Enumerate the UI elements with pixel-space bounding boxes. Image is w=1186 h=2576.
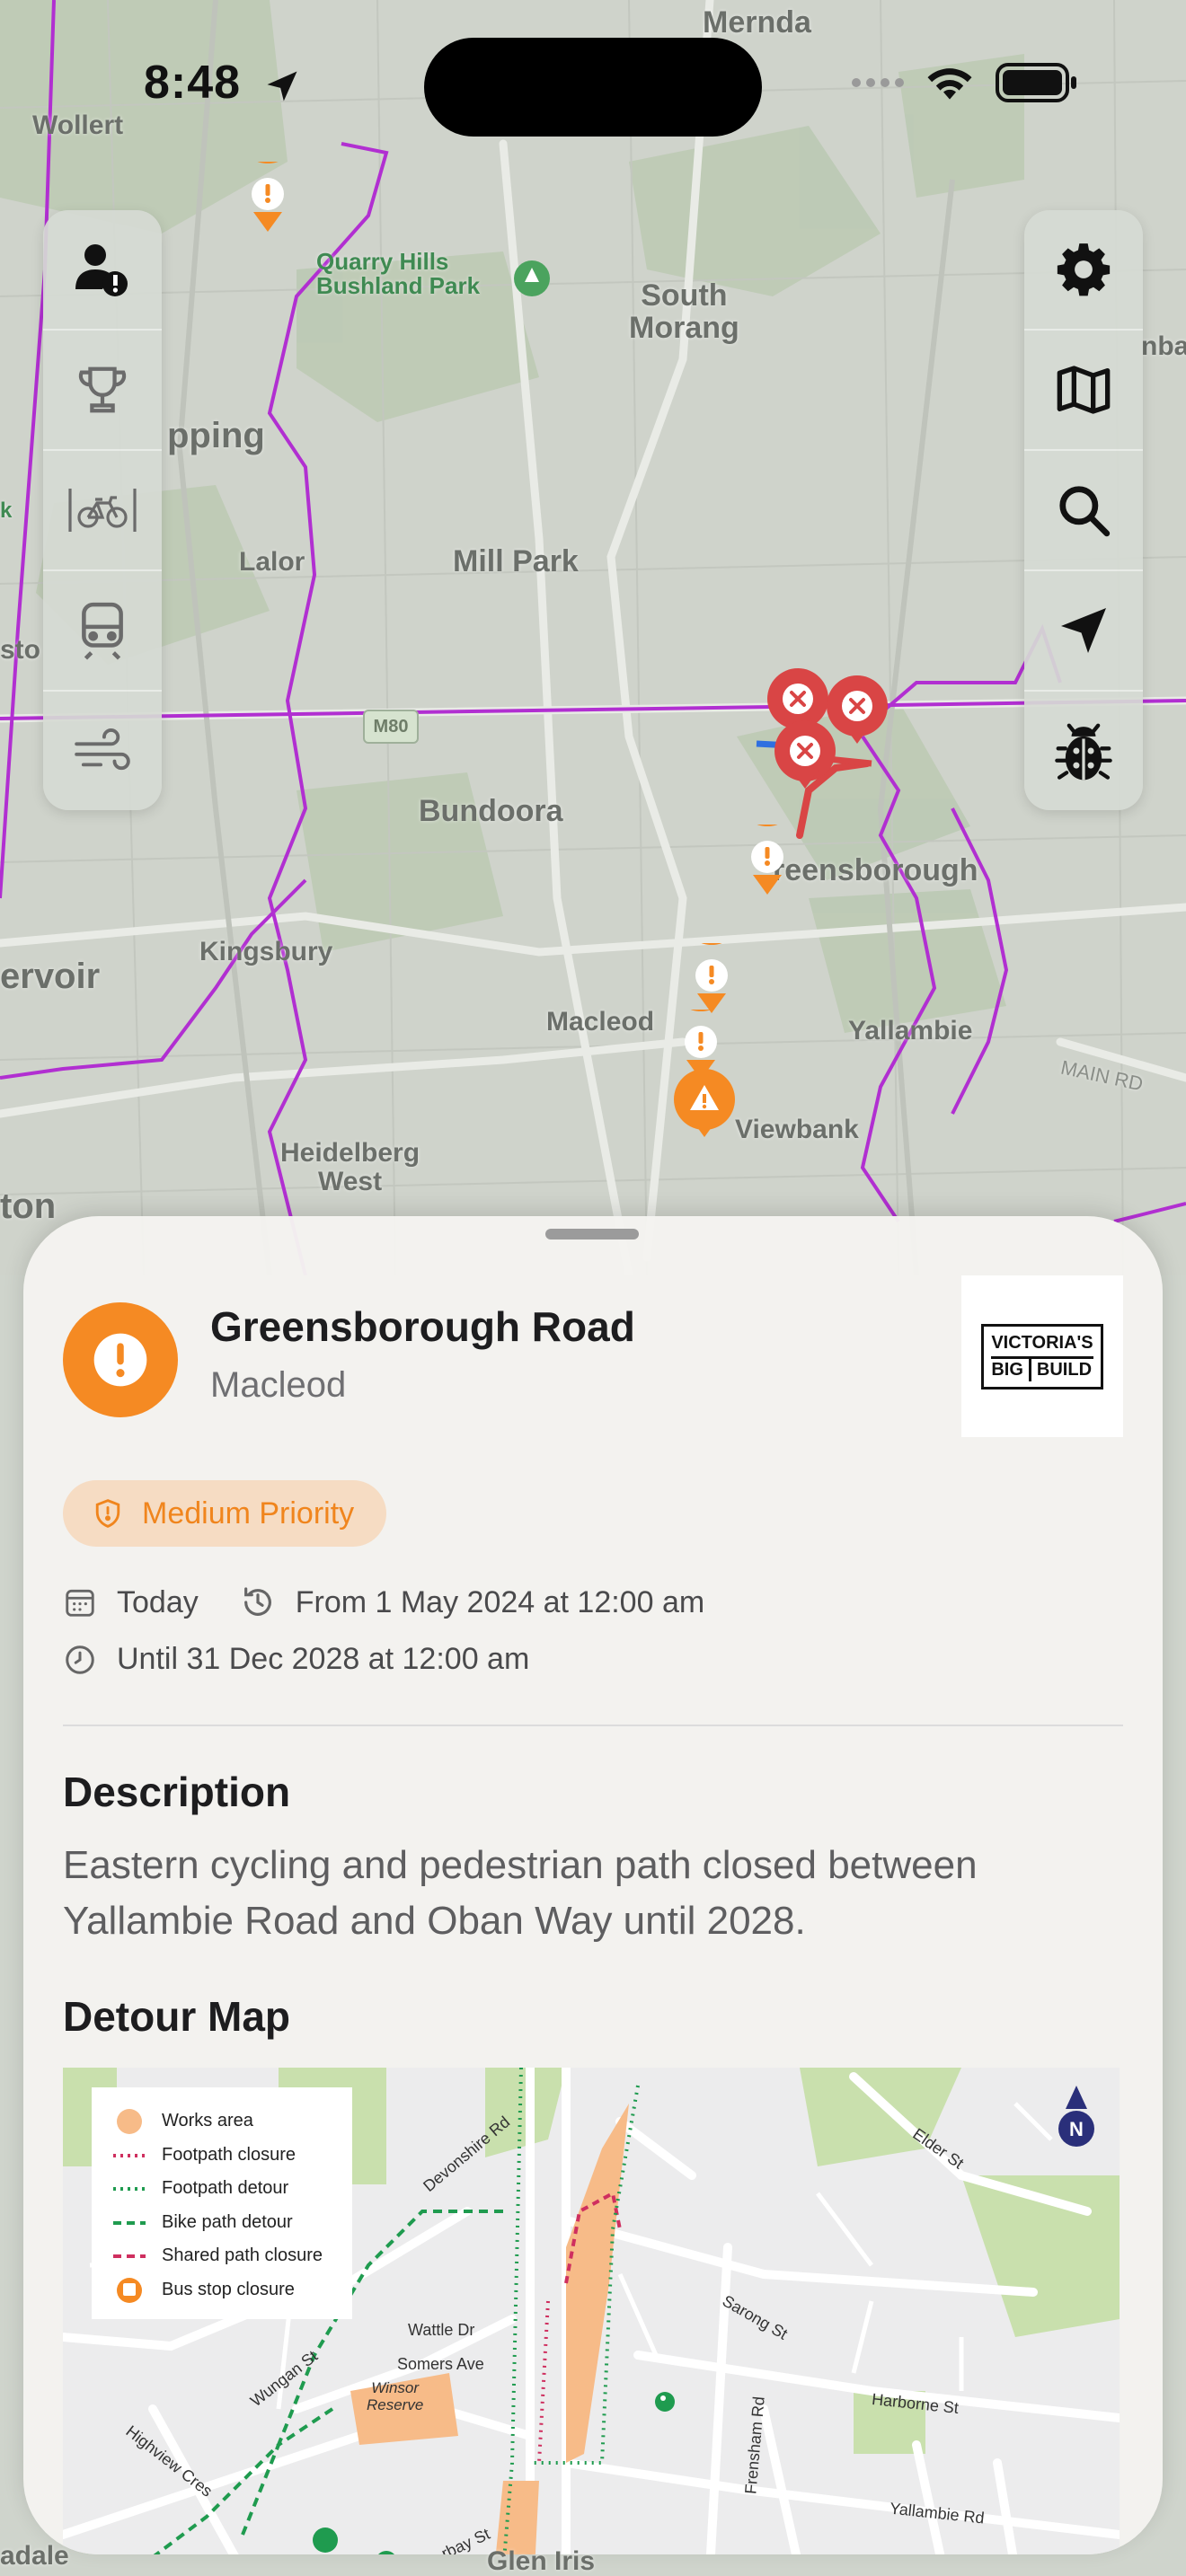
detour-map-heading: Detour Map [63, 1993, 290, 2040]
map-label-viewbank: Viewbank [735, 1115, 859, 1144]
map-pin-alert[interactable] [235, 162, 300, 235]
status-time: 8:48 [144, 57, 242, 109]
map-label-kingsbury: Kingsbury [199, 937, 333, 966]
trophy-icon [78, 366, 127, 413]
legend-bike-path-detour: Bike path detour [162, 2212, 293, 2232]
leaderboard-button[interactable] [43, 331, 162, 451]
search-button[interactable] [1024, 451, 1143, 571]
sheet-grabber[interactable] [545, 1229, 639, 1239]
legend-bus-stop-closure: Bus stop closure [162, 2280, 295, 2299]
map-label-quarry-hills: Quarry Hills Bushland Park [316, 248, 481, 300]
legend-footpath-detour: Footpath detour [162, 2178, 289, 2198]
map-pin-warning[interactable] [672, 1067, 737, 1141]
location-arrow-icon [267, 71, 297, 101]
street-somers: Somers Ave [397, 2355, 484, 2373]
locate-me-button[interactable] [1024, 571, 1143, 692]
bug-icon [1055, 723, 1112, 781]
alert-icon [93, 1333, 147, 1387]
legend-works-area: Works area [162, 2111, 253, 2130]
north-label: N [1069, 2118, 1084, 2140]
map-pin-alert[interactable] [735, 825, 800, 898]
legend-footpath-closure: Footpath closure [162, 2145, 296, 2165]
incident-title: Greensborough Road [210, 1303, 635, 1350]
logo-line-1: VICTORIA'S [991, 1332, 1093, 1359]
map-label-thornton: ton [0, 1187, 57, 1226]
user-alerts-button[interactable] [43, 210, 162, 331]
logo-line-2b: BUILD [1036, 1359, 1093, 1380]
description-text: Eastern cycling and pedestrian path clos… [63, 1843, 978, 1943]
map-label-reservoir: ervoir [0, 957, 101, 996]
wifi-icon [927, 68, 972, 100]
map-label-lalor: Lalor [239, 547, 305, 577]
transit-mode-button[interactable] [43, 571, 162, 692]
map-label-bundoora: Bundoora [419, 794, 563, 828]
status-indicators [852, 63, 1078, 102]
left-toolbar [43, 210, 162, 810]
date-row: Today From 1 May 2024 at 12:00 am [63, 1584, 704, 1620]
cellular-signal-icon [852, 78, 904, 87]
dynamic-island [424, 38, 762, 137]
detour-map-image[interactable]: Works area Footpath closure Footpath det… [63, 2068, 1120, 2554]
alert-badge [63, 1302, 178, 1417]
map-label-adale: adale [0, 2541, 69, 2571]
map-label-heidelberg-west: Heidelberg West [280, 1138, 420, 1196]
priority-badge: Medium Priority [63, 1480, 387, 1547]
gear-icon [1057, 243, 1111, 296]
date-until-row: Until 31 Dec 2028 at 12:00 am [63, 1642, 529, 1677]
settings-button[interactable] [1024, 210, 1143, 331]
date-from: From 1 May 2024 at 12:00 am [295, 1584, 705, 1619]
clock-icon [66, 1645, 94, 1674]
map-label-nba: nba [1141, 331, 1186, 361]
history-icon [243, 1587, 271, 1616]
map-label-macleod: Macleod [546, 1007, 655, 1037]
wind-layer-button[interactable] [43, 692, 162, 810]
person-alert-icon [75, 244, 128, 296]
legend-shared-path-closure: Shared path closure [162, 2245, 323, 2265]
right-toolbar [1024, 210, 1143, 810]
map-label-wollert: Wollert [32, 110, 124, 140]
shield-alert-icon [95, 1499, 120, 1528]
map-label-mernda: Mernda [703, 5, 811, 40]
train-icon [82, 602, 123, 660]
wind-icon [75, 728, 130, 771]
map-label-epping: pping [167, 416, 265, 455]
map-label-k: k [0, 498, 13, 523]
battery-icon [996, 63, 1076, 102]
map-icon [1057, 366, 1111, 414]
search-icon [1059, 486, 1111, 537]
description-heading: Description [63, 1769, 291, 1815]
priority-label: Medium Priority [142, 1495, 355, 1531]
map-label-yallambie: Yallambie [848, 1016, 973, 1045]
winsor-reserve-label: Winsor Reserve [367, 2379, 424, 2413]
map-label-south-morang: South Morang [629, 278, 739, 345]
incident-suburb: Macleod [210, 1365, 347, 1405]
bike-mode-button[interactable] [43, 451, 162, 571]
victorias-big-build-logo: VICTORIA'S BIG BUILD [961, 1275, 1123, 1437]
street-wattle: Wattle Dr [408, 2321, 475, 2339]
debug-button[interactable] [1024, 692, 1143, 810]
location-arrow-icon [1061, 608, 1106, 653]
date-until: Until 31 Dec 2028 at 12:00 am [117, 1642, 530, 1676]
map-layers-button[interactable] [1024, 331, 1143, 451]
bike-icon [68, 489, 137, 532]
divider [63, 1725, 1123, 1726]
map-label-greensborough: reensborough [773, 853, 978, 887]
map-pin-alert[interactable] [679, 943, 744, 1017]
logo-line-2a: BIG [991, 1358, 1031, 1381]
map-label-sto: sto [0, 635, 40, 665]
m80-shield: M80 [363, 710, 419, 744]
map-label-glen-iris: Glen Iris [487, 2546, 596, 2576]
map-canvas[interactable] [0, 0, 1186, 1275]
calendar-icon [66, 1589, 94, 1617]
date-today: Today [117, 1584, 199, 1619]
map-label-mill-park: Mill Park [453, 544, 579, 578]
map-pin-closure[interactable] [773, 719, 837, 792]
incident-detail-sheet[interactable]: Greensborough Road Macleod VICTORIA'S BI… [23, 1216, 1163, 2554]
